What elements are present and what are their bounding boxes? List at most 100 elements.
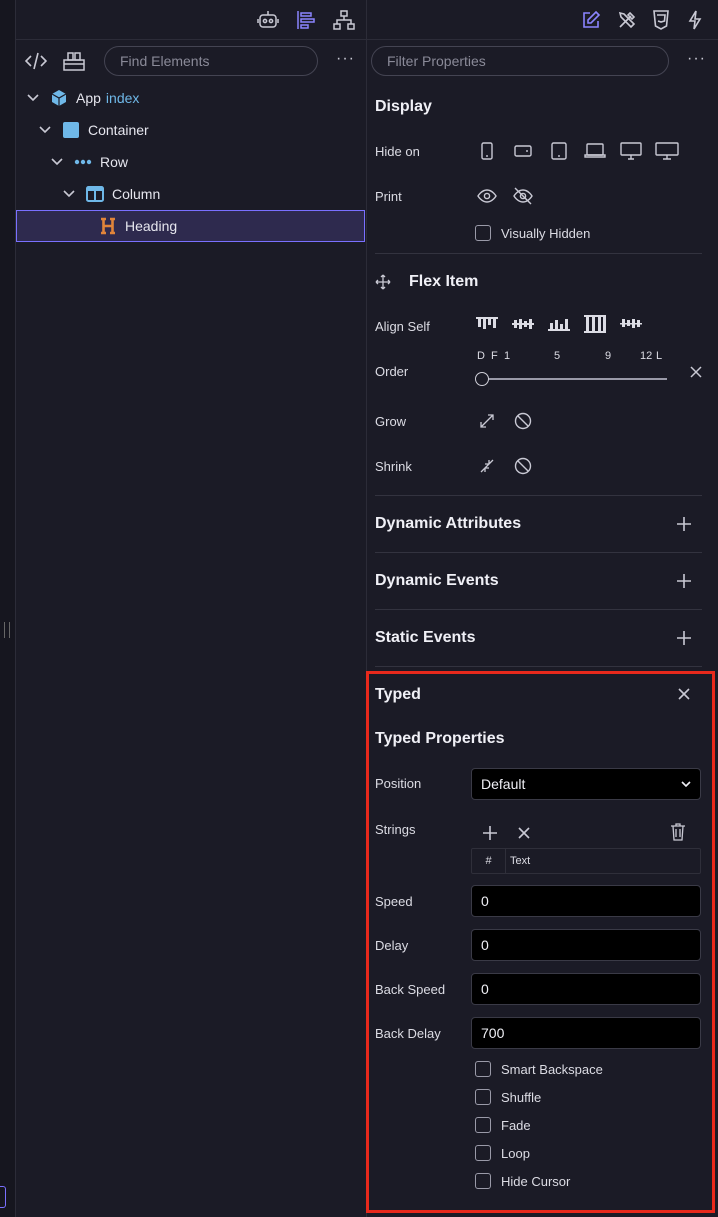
align-end-icon[interactable] (545, 310, 573, 338)
component-library-icon[interactable] (62, 49, 86, 73)
strings-label: Strings (375, 822, 416, 837)
print-label: Print (375, 189, 402, 204)
fade-label: Fade (501, 1118, 531, 1133)
section-divider (375, 609, 702, 610)
elements-panel: ··· App index Container Row Column Headi… (16, 0, 367, 1217)
ban-icon[interactable] (509, 452, 537, 480)
tree-item-container[interactable]: Container (16, 114, 366, 146)
bolt-icon[interactable] (683, 8, 707, 32)
close-typed-icon[interactable] (670, 680, 698, 708)
section-title-static-events: Static Events (375, 629, 476, 646)
tablet-icon[interactable] (545, 137, 573, 165)
delay-input[interactable] (471, 929, 701, 961)
speed-input[interactable] (471, 885, 701, 917)
tree-item-heading[interactable]: Heading (16, 210, 365, 242)
back-speed-label: Back Speed (375, 982, 446, 997)
align-start-icon[interactable] (473, 310, 501, 338)
loop-checkbox[interactable] (475, 1145, 491, 1161)
panel-toggle-indicator[interactable] (0, 1186, 6, 1208)
strings-table-text-header: Text (510, 855, 531, 867)
chevron-down-icon[interactable] (26, 91, 40, 105)
loop-label: Loop (501, 1146, 530, 1161)
order-label: Order (375, 364, 409, 379)
order-slider-handle[interactable] (475, 372, 489, 386)
position-select-value: Default (481, 776, 526, 792)
tree-item-row[interactable]: Row (16, 146, 366, 178)
resize-grip-icon[interactable] (4, 622, 10, 638)
section-title-typed: Typed (375, 686, 421, 703)
row-dots-icon (74, 153, 92, 171)
order-slider-track[interactable] (481, 378, 667, 380)
column-icon (86, 185, 104, 203)
mobile-phone-icon[interactable] (473, 137, 501, 165)
elements-more-menu-icon[interactable]: ··· (336, 50, 355, 68)
speed-label: Speed (375, 894, 413, 909)
smart-backspace-checkbox[interactable] (475, 1061, 491, 1077)
tree-item-suffix: index (105, 90, 140, 106)
expand-icon[interactable] (473, 407, 501, 435)
position-label: Position (375, 776, 422, 791)
eye-icon[interactable] (473, 182, 501, 210)
properties-more-menu-icon[interactable]: ··· (687, 50, 706, 68)
hide-cursor-label: Hide Cursor (501, 1174, 571, 1189)
compress-icon[interactable] (473, 452, 501, 480)
section-divider (375, 253, 702, 254)
align-left-icon[interactable] (294, 8, 318, 32)
filter-properties-input[interactable] (371, 46, 669, 76)
tree-item-label: Column (112, 186, 161, 202)
position-select[interactable]: Default (471, 768, 701, 800)
trash-icon[interactable] (664, 818, 692, 846)
heading-icon (99, 217, 117, 235)
add-static-event-icon[interactable] (674, 628, 694, 648)
properties-search-row: ··· (367, 40, 718, 82)
wide-monitor-icon[interactable] (653, 137, 681, 165)
move-arrows-icon (369, 268, 397, 296)
chevron-down-icon[interactable] (50, 155, 64, 169)
edit-icon[interactable] (579, 8, 603, 32)
desktop-icon[interactable] (617, 137, 645, 165)
visually-hidden-checkbox[interactable] (475, 225, 491, 241)
remove-string-icon[interactable] (510, 819, 538, 847)
laptop-icon[interactable] (581, 137, 609, 165)
section-divider (375, 495, 702, 496)
left-edge-strip (0, 0, 16, 1217)
tree-item-app[interactable]: App index (16, 82, 366, 114)
hide-cursor-checkbox[interactable] (475, 1173, 491, 1189)
robot-icon[interactable] (256, 8, 280, 32)
code-icon[interactable] (24, 49, 48, 73)
section-title-display: Display (375, 98, 432, 115)
visually-hidden-label: Visually Hidden (501, 226, 591, 241)
back-delay-input[interactable] (471, 1017, 701, 1049)
tree-item-label: Heading (125, 218, 178, 234)
chevron-down-icon[interactable] (62, 187, 76, 201)
sitemap-icon[interactable] (332, 8, 356, 32)
shrink-label: Shrink (375, 459, 412, 474)
align-center-icon[interactable] (509, 310, 537, 338)
align-stretch-icon[interactable] (581, 310, 609, 338)
tree-item-column[interactable]: Column (16, 178, 366, 210)
add-dynamic-attribute-icon[interactable] (674, 514, 694, 534)
shuffle-checkbox[interactable] (475, 1089, 491, 1105)
find-elements-input[interactable] (104, 46, 318, 76)
css3-icon[interactable] (649, 8, 673, 32)
order-tick: 1 (504, 350, 511, 362)
order-tick: D (477, 350, 485, 362)
ban-icon[interactable] (509, 407, 537, 435)
clear-order-icon[interactable] (682, 358, 710, 386)
chevron-down-icon (681, 781, 691, 787)
eye-slash-icon[interactable] (509, 182, 537, 210)
back-speed-input[interactable] (471, 973, 701, 1005)
order-tick: F (491, 350, 498, 362)
cube-icon (50, 89, 68, 107)
tools-icon[interactable] (615, 8, 639, 32)
fade-checkbox[interactable] (475, 1117, 491, 1133)
chevron-down-icon[interactable] (38, 123, 52, 137)
add-string-icon[interactable] (476, 819, 504, 847)
order-tick: 12 (640, 350, 653, 362)
tree-item-label: Row (100, 154, 129, 170)
add-dynamic-event-icon[interactable] (674, 571, 694, 591)
section-divider (375, 666, 702, 667)
elements-search-row: ··· (16, 40, 366, 82)
mobile-landscape-icon[interactable] (509, 137, 537, 165)
align-baseline-icon[interactable] (617, 310, 645, 338)
